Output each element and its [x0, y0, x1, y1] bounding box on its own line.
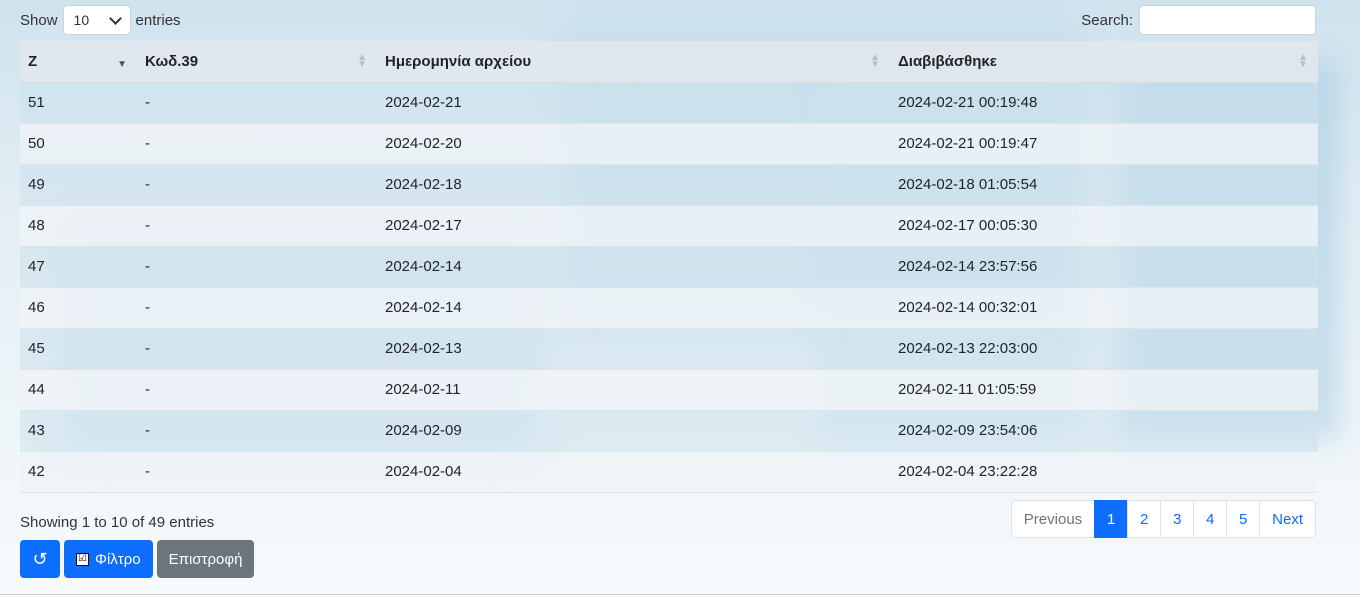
table-row: 46 - 2024-02-14 2024-02-14 00:32:01: [20, 287, 1318, 329]
cell-transmitted: 2024-02-18 01:05:54: [890, 164, 1318, 206]
search-input[interactable]: [1139, 5, 1316, 35]
cell-z: 48: [20, 205, 137, 247]
cell-transmitted: 2024-02-04 23:22:28: [890, 451, 1318, 493]
cell-z: 46: [20, 287, 137, 329]
table-header-row: Z ▼ Κωδ.39 ▲ ▼ Ημερομηνία αρχείου ▲ ▼ Διαβ…: [20, 41, 1318, 83]
column-header-label: Z: [28, 52, 38, 70]
cell-code39: -: [137, 287, 377, 329]
table-row: 50 - 2024-02-20 2024-02-21 00:19:47: [20, 123, 1318, 165]
table-row: 45 - 2024-02-13 2024-02-13 22:03:00: [20, 328, 1318, 370]
length-prefix-label: Show: [20, 11, 58, 29]
cell-transmitted: 2024-02-11 01:05:59: [890, 369, 1318, 411]
pagination-page-3[interactable]: 3: [1160, 500, 1195, 538]
table-row: 44 - 2024-02-11 2024-02-11 01:05:59: [20, 369, 1318, 411]
cell-z: 47: [20, 246, 137, 288]
search-control: Search:: [1081, 4, 1316, 36]
column-header-code39[interactable]: Κωδ.39 ▲ ▼: [137, 41, 377, 83]
filter-button-label: Φίλτρο: [95, 550, 141, 568]
pagination-next-button[interactable]: Next: [1259, 500, 1316, 538]
cell-code39: -: [137, 369, 377, 411]
table-row: 49 - 2024-02-18 2024-02-18 01:05:54: [20, 164, 1318, 206]
table-row: 51 - 2024-02-21 2024-02-21 00:19:48: [20, 82, 1318, 124]
cell-file-date: 2024-02-14: [377, 287, 890, 329]
cell-code39: -: [137, 82, 377, 124]
pagination-page-5[interactable]: 5: [1226, 500, 1261, 538]
column-header-label: Κωδ.39: [145, 52, 199, 70]
cell-z: 50: [20, 123, 137, 165]
pagination: Previous 1 2 3 4 5 Next: [1010, 500, 1316, 538]
pagination-page-2[interactable]: 2: [1127, 500, 1162, 538]
column-header-z[interactable]: Z ▼: [20, 41, 137, 83]
column-header-label: Ημερομηνία αρχείου: [385, 52, 532, 70]
cell-transmitted: 2024-02-17 00:05:30: [890, 205, 1318, 247]
cell-code39: -: [137, 123, 377, 165]
cell-file-date: 2024-02-04: [377, 451, 890, 493]
cell-code39: -: [137, 205, 377, 247]
length-suffix-label: entries: [135, 11, 181, 29]
cell-z: 45: [20, 328, 137, 370]
cell-file-date: 2024-02-17: [377, 205, 890, 247]
sort-icon: ▲ ▼: [870, 52, 880, 71]
cell-transmitted: 2024-02-21 00:19:47: [890, 123, 1318, 165]
cell-file-date: 2024-02-09: [377, 410, 890, 452]
cell-z: 51: [20, 82, 137, 124]
sort-icon: ▲ ▼: [1298, 52, 1308, 71]
cell-z: 49: [20, 164, 137, 206]
divider: [0, 594, 1360, 595]
cell-transmitted: 2024-02-13 22:03:00: [890, 328, 1318, 370]
back-button[interactable]: Επιστροφή: [156, 540, 255, 578]
pagination-page-4[interactable]: 4: [1193, 500, 1228, 538]
action-buttons: ↺ ☑ Φίλτρο Επιστροφή: [20, 540, 258, 578]
table-row: 43 - 2024-02-09 2024-02-09 23:54:06: [20, 410, 1318, 452]
cell-z: 42: [20, 451, 137, 493]
cell-transmitted: 2024-02-14 00:32:01: [890, 287, 1318, 329]
cell-code39: -: [137, 451, 377, 493]
table-row: 48 - 2024-02-17 2024-02-17 00:05:30: [20, 205, 1318, 247]
table-toolbar: Show 10 entries Search:: [20, 4, 1316, 36]
table-row: 42 - 2024-02-04 2024-02-04 23:22:28: [20, 451, 1318, 493]
entries-per-page-value: 10: [73, 12, 90, 28]
search-label: Search:: [1081, 11, 1133, 29]
cell-file-date: 2024-02-18: [377, 164, 890, 206]
cell-file-date: 2024-02-13: [377, 328, 890, 370]
sort-icon: ▲ ▼: [357, 52, 367, 71]
cell-file-date: 2024-02-14: [377, 246, 890, 288]
data-table: Z ▼ Κωδ.39 ▲ ▼ Ημερομηνία αρχείου ▲ ▼ Διαβ…: [20, 41, 1318, 493]
cell-z: 43: [20, 410, 137, 452]
cell-transmitted: 2024-02-21 00:19:48: [890, 82, 1318, 124]
sort-desc-icon: ▼: [117, 59, 127, 71]
refresh-button[interactable]: ↺: [20, 540, 60, 578]
column-header-file-date[interactable]: Ημερομηνία αρχείου ▲ ▼: [377, 41, 890, 83]
refresh-icon: ↺: [32, 548, 48, 569]
entries-per-page-select[interactable]: 10: [62, 5, 131, 35]
back-button-label: Επιστροφή: [168, 550, 243, 568]
cell-transmitted: 2024-02-14 23:57:56: [890, 246, 1318, 288]
column-header-transmitted[interactable]: Διαβιβάσθηκε ▲ ▼: [890, 41, 1318, 83]
table-info-text: Showing 1 to 10 of 49 entries: [20, 514, 215, 531]
cell-code39: -: [137, 410, 377, 452]
cell-file-date: 2024-02-11: [377, 369, 890, 411]
column-header-label: Διαβιβάσθηκε: [898, 52, 997, 70]
cell-file-date: 2024-02-21: [377, 82, 890, 124]
cell-code39: -: [137, 164, 377, 206]
checkbox-icon: ☑: [76, 552, 89, 566]
cell-code39: -: [137, 246, 377, 288]
table-row: 47 - 2024-02-14 2024-02-14 23:57:56: [20, 246, 1318, 288]
chevron-down-icon: [108, 11, 122, 25]
cell-code39: -: [137, 328, 377, 370]
cell-z: 44: [20, 369, 137, 411]
pagination-page-1[interactable]: 1: [1094, 500, 1129, 538]
cell-file-date: 2024-02-20: [377, 123, 890, 165]
pagination-previous-button[interactable]: Previous: [1010, 500, 1096, 538]
cell-transmitted: 2024-02-09 23:54:06: [890, 410, 1318, 452]
filter-button[interactable]: ☑ Φίλτρο: [64, 540, 153, 578]
length-control: Show 10 entries: [20, 4, 181, 36]
